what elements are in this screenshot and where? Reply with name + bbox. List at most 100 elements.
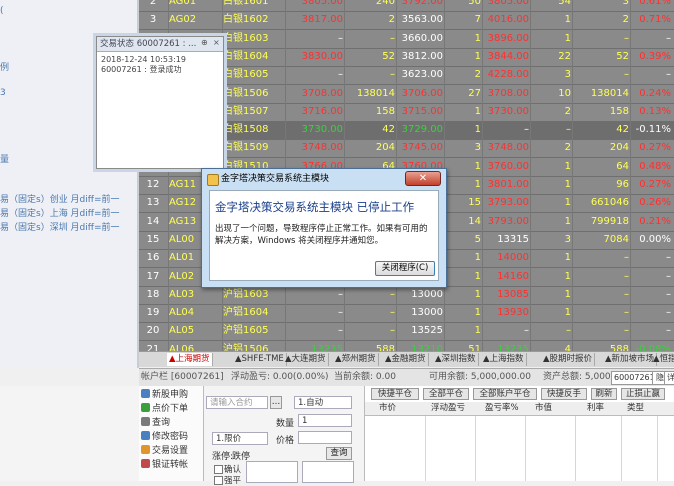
mode-select[interactable]: 1.自动 xyxy=(294,396,352,409)
positions-action-button[interactable]: 止损止赢 xyxy=(621,388,665,400)
positions-column-header[interactable]: 利率 xyxy=(587,402,604,415)
cell-q2: 1 xyxy=(474,288,481,300)
buy-button[interactable] xyxy=(246,461,298,483)
tab-exchange[interactable]: ▲恒指期货 xyxy=(651,353,674,366)
price-type-select[interactable]: 1.限价 xyxy=(212,432,268,445)
tab-exchange[interactable]: ▲SHFE-TME xyxy=(233,353,287,366)
menu-item-icon xyxy=(141,431,150,440)
tab-exchange[interactable]: ▲新加坡市场 xyxy=(603,353,658,366)
cell-q3: 3 xyxy=(564,233,571,245)
positions-column-header[interactable]: 浮动盈亏 xyxy=(431,402,465,415)
cell-q2: 1 xyxy=(474,270,481,282)
dialog-titlebar[interactable]: 金字塔决策交易系统主模块 ✕ xyxy=(202,169,446,189)
cell-q3: 1 xyxy=(564,270,571,282)
menu-item[interactable]: 银证转帐 xyxy=(141,459,188,472)
dialog-heading: 金字塔决策交易系统主模块 已停止工作 xyxy=(215,200,415,214)
cell-p1: 3708.00 xyxy=(301,87,343,99)
positions-column-header[interactable]: 市价 xyxy=(379,402,396,415)
cell-name: 白银1601 xyxy=(223,0,269,7)
table-row[interactable]: 21 AL06 沪铝1506 13235 588 13210 51 13235 4 588 -0.0… xyxy=(139,341,674,351)
positions-column-header[interactable]: 市值 xyxy=(535,402,552,415)
menu-item[interactable]: 交易设置 xyxy=(141,445,188,458)
price-label: 价格 xyxy=(276,436,295,446)
cell-pct: – xyxy=(666,288,671,300)
tab-exchange[interactable]: ▲深圳指数 xyxy=(433,353,479,366)
cell-vol: 7084 xyxy=(603,233,629,245)
cell-name: 白银1602 xyxy=(223,14,269,26)
grid-divider xyxy=(630,0,631,351)
account-select[interactable]: 60007261 xyxy=(611,371,655,385)
tab-exchange[interactable]: ▲金融期货 xyxy=(383,353,429,366)
cell-code: AG01 xyxy=(169,0,197,7)
positions-action-button[interactable]: 全部账户平仓 xyxy=(473,388,537,400)
table-row[interactable]: 20 AL05 沪铝1605 – – 13525 1 – – – – xyxy=(139,322,674,342)
price-input[interactable] xyxy=(298,431,352,444)
positions-action-button[interactable]: 全部平仓 xyxy=(423,388,469,400)
cell-p2: 3812.00 xyxy=(401,50,443,62)
cell-pct: – xyxy=(666,252,671,264)
cell-p1: – xyxy=(338,325,343,337)
cell-v1: – xyxy=(390,32,395,44)
positions-column-header[interactable]: 盈亏率% xyxy=(485,402,519,415)
status-log-line: 2018-12-24 10:53:19 xyxy=(101,55,186,64)
pin-icon[interactable]: ⊕ xyxy=(201,38,208,47)
query-button[interactable]: 查询 xyxy=(326,447,352,460)
menu-item[interactable]: 修改密码 xyxy=(141,431,188,444)
positions-action-button[interactable]: 快捷反手 xyxy=(541,388,587,400)
qty-input[interactable]: 1 xyxy=(298,414,352,427)
contract-input[interactable]: 请输入合约 xyxy=(206,396,268,409)
dialog-title: 金字塔决策交易系统主模块 xyxy=(221,174,330,184)
cell-p3: 13930 xyxy=(497,307,529,319)
sell-button[interactable] xyxy=(302,461,354,483)
tab-exchange[interactable]: ▲大连期货 xyxy=(283,353,329,366)
left-panel-line[interactable]: 易（固定s）深圳 月diff=前一 xyxy=(0,220,120,233)
cell-vol: 588 xyxy=(609,343,629,351)
positions-action-button[interactable]: 刷新 xyxy=(591,388,617,400)
cell-p3: 3748.00 xyxy=(487,142,529,154)
menu-item[interactable]: 点价下单 xyxy=(141,403,188,416)
menu-item[interactable]: 新股申购 xyxy=(141,389,188,402)
tab-exchange[interactable]: ▲郑州期货 xyxy=(333,353,379,366)
cell-q3: – xyxy=(566,124,571,136)
tab-exchange[interactable]: ▲股期时报价 xyxy=(541,353,596,366)
cell-p3: 3730.00 xyxy=(487,105,529,117)
cell-q2: 1 xyxy=(474,50,481,62)
tab-exchange[interactable]: ▲上海指数 xyxy=(481,353,527,366)
cell-p3: 14000 xyxy=(497,252,529,264)
confirm-checkbox[interactable] xyxy=(214,465,223,474)
left-panel-edge-mark: 3 xyxy=(0,88,6,98)
cell-p2: 3745.00 xyxy=(401,142,443,154)
limit-label: 涨停: xyxy=(212,452,234,462)
cell-p2: 3715.00 xyxy=(401,105,443,117)
cell-idx: 14 xyxy=(146,215,160,227)
contract-picker-button[interactable]: … xyxy=(270,396,282,409)
cell-q3: 2 xyxy=(564,105,571,117)
cell-pct: – xyxy=(666,270,671,282)
table-row[interactable]: 19 AL04 沪铝1604 – – 13000 1 13930 1 – – xyxy=(139,304,674,324)
status-window-titlebar[interactable]: 交易状态 60007261 : ... ⊕ × xyxy=(97,37,223,52)
detail-button[interactable]: 详 xyxy=(664,371,674,385)
menu-item-label: 银证转帐 xyxy=(152,460,189,470)
left-panel-line[interactable]: 易（固定s）上海 月diff=前一 xyxy=(0,206,120,219)
table-row[interactable]: 2 AG01 白银1601 3805.00 240 3792.00 50 3805.00 54 3… xyxy=(139,0,674,12)
table-row[interactable]: 3 AG02 白银1602 3817.00 2 3563.00 7 4016.00 1 2 0.71… xyxy=(139,11,674,31)
left-panel-line[interactable]: 易（固定s）创业 月diff=前一 xyxy=(0,192,120,205)
close-program-button[interactable]: 关闭程序(C) xyxy=(375,261,435,276)
cell-p2: 3660.00 xyxy=(401,32,443,44)
cell-pct: -0.11% xyxy=(635,124,671,136)
menu-item[interactable]: 查询 xyxy=(141,417,170,430)
cell-q2: 51 xyxy=(468,343,481,351)
close-icon[interactable]: × xyxy=(213,38,220,47)
cell-q3: 1 xyxy=(564,252,571,264)
cell-pct: 0.00% xyxy=(639,233,671,245)
positions-action-button[interactable]: 快捷平仓 xyxy=(371,388,419,400)
tab-exchange[interactable]: ▲上海期货 xyxy=(167,353,213,366)
dialog-close-button[interactable]: ✕ xyxy=(405,171,441,186)
cell-q2: 1 xyxy=(474,307,481,319)
exchange-tabs: ▲上海期货 ▲SHFE-TME ▲大连期货 ▲郑州期货 ▲金融期货 ▲深圳指数 ▲上海指数 ▲… xyxy=(139,351,674,367)
menu-item-label: 交易设置 xyxy=(152,446,189,456)
positions-column-header[interactable]: 类型 xyxy=(627,402,644,415)
table-row[interactable]: 18 AL03 沪铝1603 – – 13000 1 13085 1 – – xyxy=(139,286,674,305)
cell-pct: 0.24% xyxy=(639,87,671,99)
cell-p3: 3708.00 xyxy=(487,87,529,99)
